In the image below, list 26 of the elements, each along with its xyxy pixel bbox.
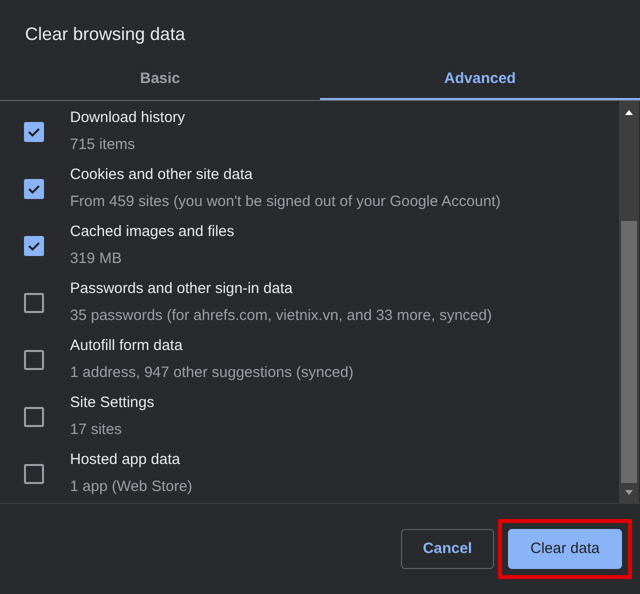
- checkbox[interactable]: [24, 464, 44, 484]
- checkbox[interactable]: [24, 406, 44, 426]
- tab[interactable]: Basic: [0, 60, 320, 100]
- option-label: Autofill form data: [70, 336, 184, 356]
- option-label: Cached images and files: [70, 222, 234, 242]
- option-detail: 1 address, 947 other suggestions (synced): [70, 363, 354, 383]
- cancel-button[interactable]: Cancel: [401, 529, 494, 569]
- option-detail: 715 items: [70, 135, 136, 155]
- option-label: Site Settings: [70, 392, 154, 412]
- option-label: Passwords and other sign-in data: [70, 278, 294, 298]
- checkbox[interactable]: [24, 122, 44, 142]
- option-detail: 1 app (Web Store): [70, 477, 192, 497]
- dialog-title: Clear browsing data: [24, 23, 186, 46]
- option-detail: 17 sites: [70, 420, 123, 440]
- checkbox[interactable]: [24, 236, 44, 256]
- option-label: Download history: [70, 108, 186, 128]
- option-label: Cookies and other site data: [70, 164, 254, 184]
- checkbox[interactable]: [24, 292, 44, 312]
- tab[interactable]: Advanced: [320, 60, 640, 100]
- option-label: Hosted app data: [70, 450, 182, 470]
- checkbox[interactable]: [24, 350, 44, 370]
- option-detail: 35 passwords (for ahrefs.com, vietnix.vn, and 33 more, synced): [70, 306, 492, 326]
- clear-data-button[interactable]: Clear data: [508, 529, 622, 569]
- option-detail: 319 MB: [70, 249, 123, 269]
- option-detail: From 459 sites (you won't be signed out of your Google Account): [70, 192, 501, 212]
- checkbox[interactable]: [24, 178, 44, 198]
